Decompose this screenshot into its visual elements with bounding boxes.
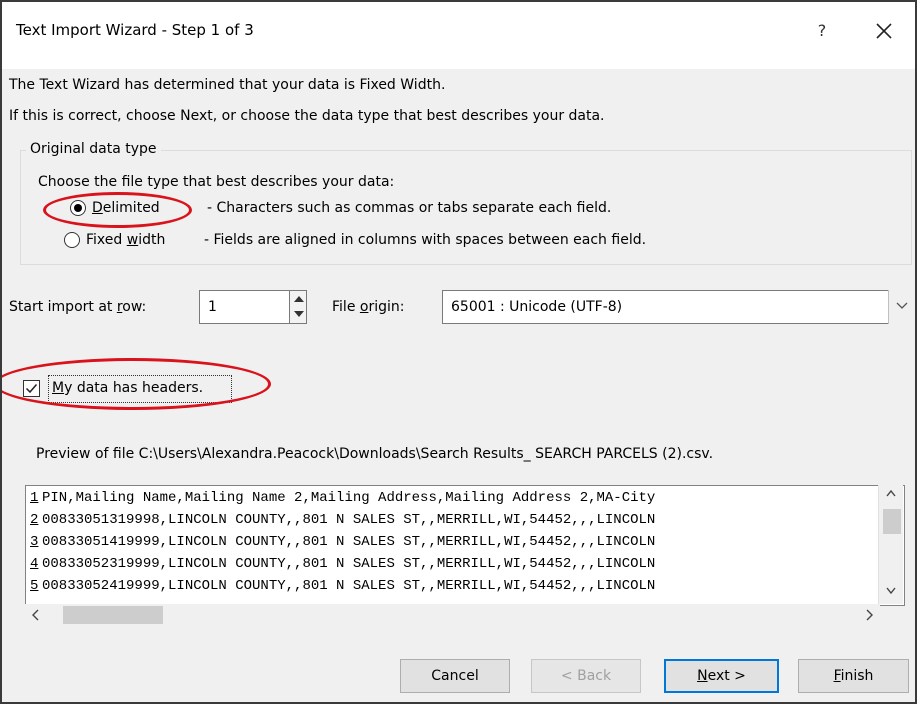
- window-title: Text Import Wizard - Step 1 of 3: [16, 21, 254, 39]
- start-row-label: Start import at row:: [9, 299, 147, 315]
- scroll-right-icon[interactable]: [864, 607, 874, 627]
- title-bar: Text Import Wizard - Step 1 of 3 ?: [2, 2, 915, 69]
- cancel-button[interactable]: Cancel: [400, 659, 510, 693]
- spin-up-icon[interactable]: [294, 296, 304, 302]
- vertical-scroll-thumb[interactable]: [883, 509, 901, 534]
- scroll-left-icon[interactable]: [31, 607, 41, 627]
- chevron-down-icon: [896, 302, 908, 309]
- preview-row: 2 00833051319998,LINCOLN COUNTY,,801 N SA…: [30, 512, 656, 528]
- preview-pane[interactable]: 1 PIN,Mailing Name,Mailing Name 2,Mailing…: [25, 485, 905, 606]
- spin-down-icon[interactable]: [294, 311, 304, 317]
- help-button[interactable]: ?: [802, 16, 842, 46]
- preview-row: 4 00833052319999,LINCOLN COUNTY,,801 N SA…: [30, 556, 656, 572]
- delimited-description: - Characters such as commas or tabs sepa…: [207, 200, 612, 216]
- finish-button[interactable]: Finish: [798, 659, 909, 693]
- preview-vertical-scrollbar[interactable]: [878, 485, 903, 604]
- preview-row: 5 00833052419999,LINCOLN COUNTY,,801 N SA…: [30, 578, 656, 594]
- delimited-callout-ellipse: [43, 192, 192, 228]
- scroll-down-icon[interactable]: [886, 583, 896, 603]
- start-row-spinner[interactable]: [289, 290, 307, 324]
- group-label: Original data type: [26, 141, 161, 157]
- dialog-window: Text Import Wizard - Step 1 of 3 ? The T…: [0, 0, 917, 704]
- headers-callout-ellipse: [2, 358, 271, 410]
- preview-label: Preview of file C:\Users\Alexandra.Peaco…: [36, 446, 714, 462]
- file-type-prompt: Choose the file type that best describes…: [38, 174, 395, 190]
- intro-line-2: If this is correct, choose Next, or choo…: [9, 108, 605, 124]
- file-origin-dropdown-button[interactable]: [888, 290, 915, 324]
- fixed-width-label[interactable]: Fixed width: [86, 232, 165, 248]
- fixed-width-description: - Fields are aligned in columns with spa…: [204, 232, 647, 248]
- scroll-up-icon[interactable]: [886, 485, 896, 505]
- preview-row: 1 PIN,Mailing Name,Mailing Name 2,Mailing…: [30, 490, 656, 506]
- preview-horizontal-scrollbar[interactable]: [25, 604, 880, 626]
- preview-row: 3 00833051419999,LINCOLN COUNTY,,801 N SA…: [30, 534, 656, 550]
- file-origin-label: File origin:: [332, 299, 405, 315]
- start-row-input[interactable]: 1: [199, 290, 290, 324]
- close-button[interactable]: [864, 14, 904, 48]
- horizontal-scroll-thumb[interactable]: [63, 606, 163, 624]
- next-button[interactable]: Next >: [664, 659, 779, 693]
- back-button[interactable]: < Back: [531, 659, 641, 693]
- close-icon: [876, 23, 892, 39]
- file-origin-select[interactable]: 65001 : Unicode (UTF-8): [442, 290, 915, 324]
- fixed-width-radio[interactable]: [64, 232, 80, 248]
- intro-line-1: The Text Wizard has determined that your…: [9, 77, 446, 93]
